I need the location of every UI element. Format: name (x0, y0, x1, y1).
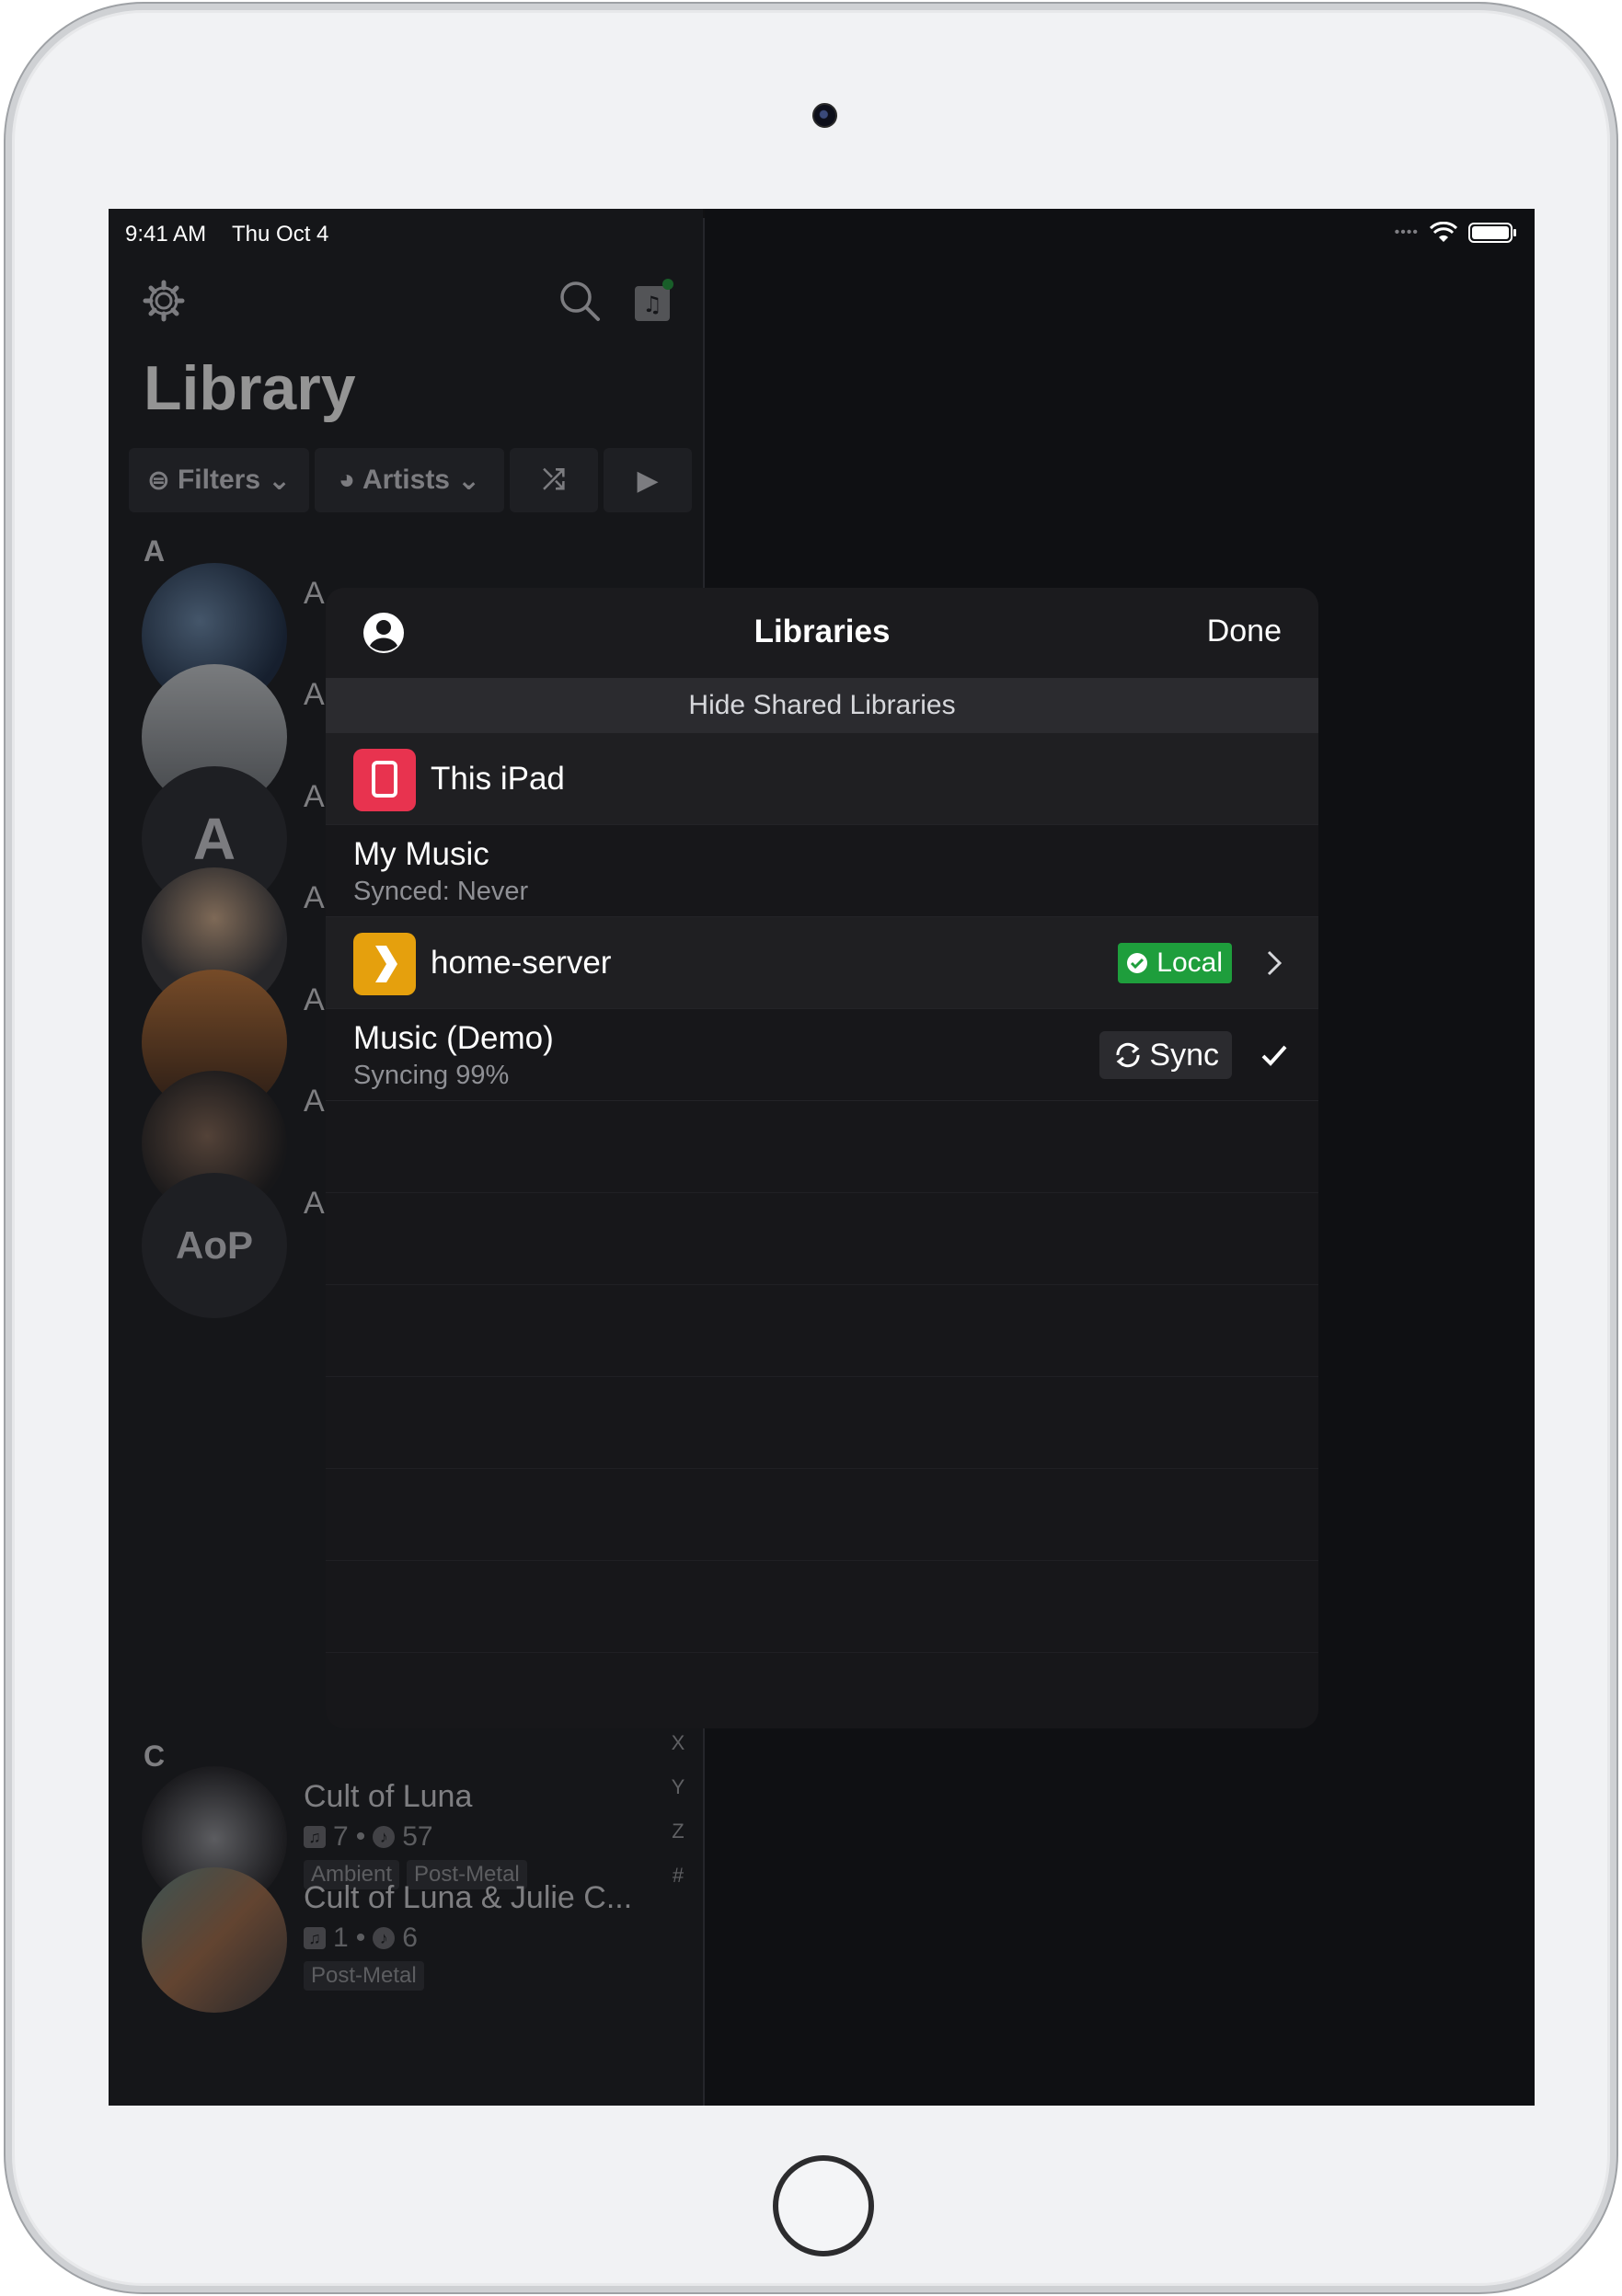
artist-name: A (304, 880, 325, 915)
status-indicators: •••• (1395, 222, 1518, 244)
battery-icon (1468, 222, 1518, 244)
badge-label: Local (1156, 947, 1223, 978)
library-title: Music (Demo) (353, 1020, 554, 1056)
section-index-bar[interactable]: X Y Z # (664, 1731, 692, 1908)
separator-dot: • (355, 1821, 366, 1852)
artist-name: Cult of Luna (304, 1779, 473, 1814)
album-count: 7 (333, 1821, 349, 1852)
play-icon: ▶ (637, 465, 659, 496)
empty-row (326, 1285, 1318, 1377)
library-sync-status: Synced: Never (353, 877, 529, 906)
sync-label: Sync (1149, 1037, 1219, 1073)
hide-shared-libraries-button[interactable]: Hide Shared Libraries (326, 678, 1318, 733)
filters-button[interactable]: ⊜ Filters ⌄ (129, 448, 309, 512)
checkmark-icon (1261, 1045, 1287, 1066)
now-playing-icon[interactable]: ♫ (631, 277, 675, 325)
album-icon: ♫ (304, 1826, 326, 1848)
artist-name: A (304, 1186, 325, 1221)
empty-row (326, 1561, 1318, 1653)
status-date: Thu Oct 4 (232, 222, 329, 247)
chevron-down-icon: ⌄ (457, 465, 481, 496)
library-row-music-demo[interactable]: Music (Demo) Syncing 99% Sync (326, 1009, 1318, 1101)
separator-dot: • (355, 1923, 366, 1953)
wifi-icon (1430, 222, 1457, 244)
shuffle-button[interactable]: ⤮ (510, 448, 598, 512)
server-row-home-server[interactable]: home-server Local (326, 917, 1318, 1009)
artist-name: A (304, 982, 325, 1017)
index-letter[interactable]: Y (664, 1775, 692, 1820)
artists-button[interactable]: ◕ Artists ⌄ (315, 448, 504, 512)
screen: ♫ Library ⊜ Filters ⌄ ◕ Artists ⌄ ⤮ ▶ A … (109, 209, 1535, 2106)
done-button[interactable]: Done (1207, 614, 1282, 649)
empty-row (326, 1101, 1318, 1193)
artist-meta: ♫ 7 • ♪ 57 (304, 1821, 433, 1853)
page-title: Library (144, 353, 356, 423)
genre-tags: Post-Metal (304, 1961, 424, 1991)
album-count: 1 (333, 1923, 349, 1953)
empty-row (326, 1469, 1318, 1561)
search-icon[interactable] (556, 277, 604, 325)
artist-meta: ♫ 1 • ♪ 6 (304, 1923, 418, 1954)
front-camera (812, 103, 837, 128)
track-icon: ♪ (373, 1927, 396, 1949)
modal-title: Libraries (753, 614, 891, 649)
index-letter[interactable]: Z (664, 1820, 692, 1864)
artist-artwork: AoP (142, 1173, 287, 1318)
artist-name: A (304, 677, 325, 712)
status-time: 9:41 AM (125, 222, 207, 247)
library-sync-status: Syncing 99% (353, 1061, 510, 1090)
filter-icon: ⊜ (146, 465, 170, 496)
status-bar: 9:41 AM Thu Oct 4 •••• (109, 209, 1535, 260)
track-count: 57 (402, 1821, 433, 1852)
library-controls: ⊜ Filters ⌄ ◕ Artists ⌄ ⤮ ▶ (129, 448, 692, 512)
artist-name: Cult of Luna & Julie C... (304, 1880, 633, 1915)
sync-icon (1116, 1042, 1140, 1068)
libraries-modal: Libraries Done Hide Shared Libraries Thi… (326, 588, 1318, 1728)
filters-label: Filters (177, 465, 261, 495)
play-button[interactable]: ▶ (604, 448, 692, 512)
home-button[interactable] (773, 2155, 874, 2256)
gear-icon[interactable] (142, 279, 186, 323)
server-name: home-server (431, 945, 612, 981)
list-item[interactable]: Cult of Luna & Julie C... ♫ 1 • ♪ 6 Post… (109, 1858, 703, 2020)
library-toolbar: ♫ (109, 264, 703, 338)
library-row-my-music[interactable]: My Music Synced: Never (326, 825, 1318, 917)
modal-header: Libraries Done (326, 588, 1318, 678)
check-circle-icon (1127, 953, 1148, 973)
artists-label: Artists (362, 465, 450, 495)
index-letter[interactable]: # (664, 1864, 692, 1908)
genre-tag[interactable]: Post-Metal (304, 1961, 424, 1991)
status-badge: Local (1118, 943, 1232, 983)
library-title: My Music (353, 836, 489, 872)
artist-icon: ◕ (338, 465, 355, 495)
chevron-right-icon[interactable] (1256, 945, 1293, 982)
ipad-device-frame: ♫ Library ⊜ Filters ⌄ ◕ Artists ⌄ ⤮ ▶ A … (6, 4, 1616, 2292)
shuffle-icon: ⤮ (543, 465, 565, 495)
svg-text:♫: ♫ (642, 292, 662, 317)
artist-name: A (304, 1084, 325, 1119)
album-icon: ♫ (304, 1927, 326, 1949)
server-row-this-ipad[interactable]: This iPad (326, 733, 1318, 825)
artist-artwork (142, 1867, 287, 2013)
plex-icon (353, 933, 416, 995)
ipad-icon (353, 749, 416, 811)
track-count: 6 (402, 1923, 418, 1953)
index-letter[interactable]: X (664, 1731, 692, 1775)
server-name: This iPad (431, 761, 565, 797)
track-icon: ♪ (373, 1826, 396, 1848)
empty-row (326, 1377, 1318, 1469)
artist-name: A (304, 576, 325, 611)
sync-button[interactable]: Sync (1099, 1031, 1232, 1079)
signal-icon: •••• (1394, 224, 1419, 240)
empty-row (326, 1193, 1318, 1285)
artist-name: A (304, 779, 325, 814)
chevron-down-icon: ⌄ (268, 465, 292, 496)
